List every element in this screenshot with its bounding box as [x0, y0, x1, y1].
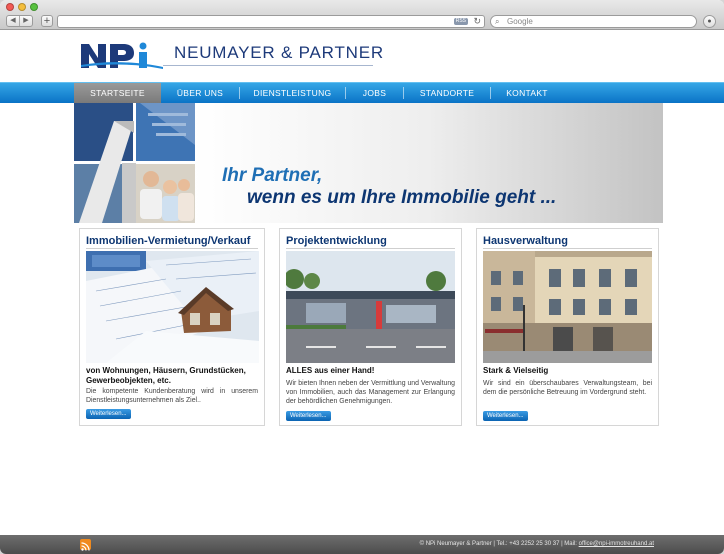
weiterlesen-button[interactable]: Weiterlesen...: [86, 409, 131, 419]
hero-headline-line1: Ihr Partner,: [222, 165, 323, 186]
hero-building-family-image: [74, 103, 195, 223]
rss-feed-icon[interactable]: [80, 539, 91, 551]
window-controls: [6, 3, 38, 11]
search-icon: ⌕: [495, 17, 500, 26]
card-hausverwaltung: Hausverwaltung Stark & Vielseitig Wir si…: [476, 228, 659, 426]
card-subtitle: von Wohnungen, Häusern, Grundstücken, Ge…: [86, 366, 246, 385]
close-window-button[interactable]: [6, 3, 14, 11]
rss-glyph: [81, 542, 90, 551]
card-title-rule: [286, 248, 455, 249]
nav-item-dienstleistung[interactable]: DIENSTLEISTUNG: [240, 83, 345, 103]
minimize-window-button[interactable]: [18, 3, 26, 11]
address-bar[interactable]: RSS ↻: [57, 15, 485, 28]
reload-icon[interactable]: ↻: [473, 16, 481, 27]
card-description: Die kompetente Kundenberatung wird in un…: [86, 388, 258, 404]
card-description: Wir bieten Ihnen neben der Vermittlung u…: [286, 380, 455, 405]
weiterlesen-button[interactable]: Weiterlesen...: [286, 411, 331, 421]
nav-item-jobs[interactable]: JOBS: [346, 83, 403, 103]
search-placeholder: Google: [507, 17, 533, 26]
nav-item-ueber-uns[interactable]: ÜBER UNS: [161, 83, 239, 103]
nav-item-kontakt[interactable]: KONTAKT: [491, 83, 563, 103]
logo-lettering: [81, 42, 163, 69]
hero-headline-line2: wenn es um Ihre Immobilie geht ...: [247, 187, 557, 208]
card-title[interactable]: Projektentwicklung: [286, 235, 387, 247]
footer-copyright: © NPi Neumayer & Partner | Tel.: +43 225…: [419, 541, 579, 547]
footer-email-link[interactable]: office@npi-immotreuhand.at: [579, 541, 654, 547]
downloads-button[interactable]: ●: [703, 15, 716, 28]
card-projektentwicklung: Projektentwicklung ALLES aus einer Hand!: [279, 228, 462, 426]
web-page: NEUMAYER & PARTNER STARTSEITE ÜBER UNS D…: [0, 31, 724, 535]
brand-name: NEUMAYER & PARTNER: [174, 43, 384, 62]
card-description: Wir sind ein überschaubares Verwaltungst…: [483, 380, 652, 396]
browser-toolbar: ◀ ▶ + RSS ↻ ⌕ Google ●: [0, 0, 724, 30]
card-title-rule: [483, 248, 652, 249]
forward-button[interactable]: ▶: [20, 16, 32, 26]
new-tab-button[interactable]: +: [41, 15, 53, 27]
card-subtitle: Stark & Vielseitig: [483, 366, 549, 375]
card-subtitle: ALLES aus einer Hand!: [286, 366, 375, 375]
nav-item-standorte[interactable]: STANDORTE: [404, 83, 490, 103]
card-title[interactable]: Hausverwaltung: [483, 235, 568, 247]
card-image-historic-building[interactable]: [483, 251, 652, 363]
brand-underline: [163, 65, 373, 66]
downloads-icon: ●: [707, 18, 712, 25]
card-title-rule: [86, 248, 258, 249]
card-image-blueprints-house[interactable]: [86, 251, 259, 363]
back-button[interactable]: ◀: [7, 16, 20, 26]
search-field[interactable]: ⌕ Google: [490, 15, 697, 28]
card-title[interactable]: Immobilien-Vermietung/Verkauf: [86, 235, 250, 247]
weiterlesen-button[interactable]: Weiterlesen...: [483, 411, 528, 421]
card-vermietung-verkauf: Immobilien-Vermietung/Verkauf von Wohnun…: [79, 228, 265, 426]
page-footer: © NPi Neumayer & Partner | Tel.: +43 225…: [0, 535, 724, 554]
browser-window: ◀ ▶ + RSS ↻ ⌕ Google ● NEUMAYER & PARTNE…: [0, 0, 724, 554]
npi-logo[interactable]: [79, 40, 165, 71]
card-image-shopping-center[interactable]: [286, 251, 455, 363]
main-navigation: STARTSEITE ÜBER UNS DIENSTLEISTUNG JOBS …: [0, 82, 724, 103]
footer-contact: © NPi Neumayer & Partner | Tel.: +43 225…: [420, 535, 654, 554]
nav-item-startseite[interactable]: STARTSEITE: [74, 83, 161, 103]
history-buttons: ◀ ▶: [6, 15, 33, 27]
zoom-window-button[interactable]: [30, 3, 38, 11]
rss-badge[interactable]: RSS: [453, 18, 468, 25]
hero-banner: Ihr Partner, wenn es um Ihre Immobilie g…: [74, 103, 663, 223]
